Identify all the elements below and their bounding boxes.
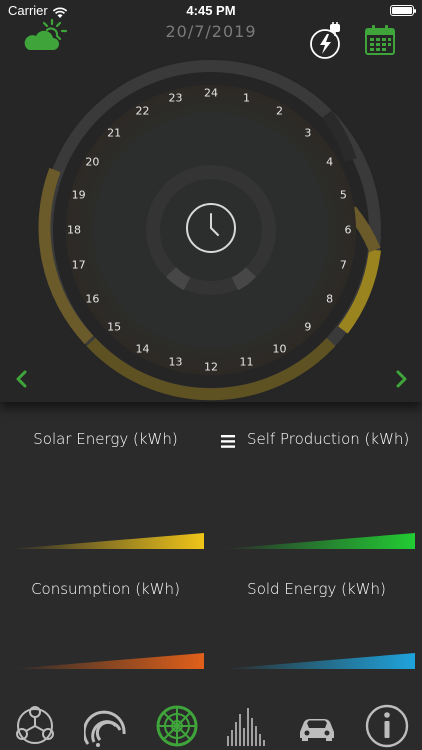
hour-label[interactable]: 24 [204,87,218,100]
hour-label[interactable]: 12 [204,361,218,374]
battery-icon [390,5,416,16]
hour-label[interactable]: 5 [340,188,347,201]
hour-label[interactable]: 23 [169,91,183,104]
hour-label[interactable]: 2 [276,105,283,118]
cloud-sun-icon[interactable] [20,18,68,54]
self-production-wedge [221,533,415,549]
consumption-wedge [10,653,204,669]
hour-label[interactable]: 4 [326,155,333,168]
hour-label[interactable]: 16 [85,292,99,305]
hour-label[interactable]: 17 [72,259,86,272]
hour-label[interactable]: 8 [326,292,333,305]
solar-energy-wedge [10,533,204,549]
card-title: Consumption (kWh) [31,580,180,598]
card-title: Sold Energy (kWh) [247,580,386,598]
card-title: Solar Energy (kWh) [33,430,178,448]
info-icon[interactable] [364,704,410,748]
hour-label[interactable]: 14 [136,342,150,355]
card-title: Self Production (kWh) [247,430,410,448]
sold-energy-wedge [221,653,415,669]
gauge-icon[interactable] [82,704,130,748]
network-icon[interactable] [12,704,58,748]
hour-label[interactable]: 19 [72,188,86,201]
hour-dial[interactable]: 24 1 2 3 4 5 6 7 8 9 10 11 12 13 14 15 16 17 18 19 20 21 22 23 [31,50,391,410]
hour-label[interactable]: 1 [243,91,250,104]
menu-icon[interactable] [221,433,237,448]
hour-label[interactable]: 7 [340,259,347,272]
car-icon[interactable] [294,704,340,748]
self-production-card[interactable]: Self Production (kWh) [211,430,422,580]
chevron-left-icon[interactable] [14,370,30,388]
hour-label[interactable]: 10 [273,342,287,355]
hour-label[interactable]: 20 [85,155,99,168]
status-bar: Carrier 4:45 PM [0,0,422,22]
clock-icon[interactable] [185,202,237,254]
bar-chart-icon[interactable] [224,704,270,748]
hour-label[interactable]: 3 [304,127,311,140]
hour-label[interactable]: 18 [67,224,81,237]
status-time: 4:45 PM [186,3,236,18]
solar-energy-card[interactable]: Solar Energy (kWh) [0,430,211,580]
solar-dial-icon[interactable] [154,704,200,748]
hour-label[interactable]: 9 [304,320,311,333]
hour-label[interactable]: 21 [107,127,121,140]
hour-label[interactable]: 11 [239,356,253,369]
hour-label[interactable]: 13 [169,356,183,369]
tab-bar [0,700,422,750]
hour-label[interactable]: 6 [345,224,352,237]
hour-label[interactable]: 22 [136,105,150,118]
dial-panel: 20/7/2019 24 1 2 3 4 5 6 7 8 9 10 11 12 … [0,0,422,402]
hour-label[interactable]: 15 [107,320,121,333]
chevron-right-icon[interactable] [393,370,409,388]
